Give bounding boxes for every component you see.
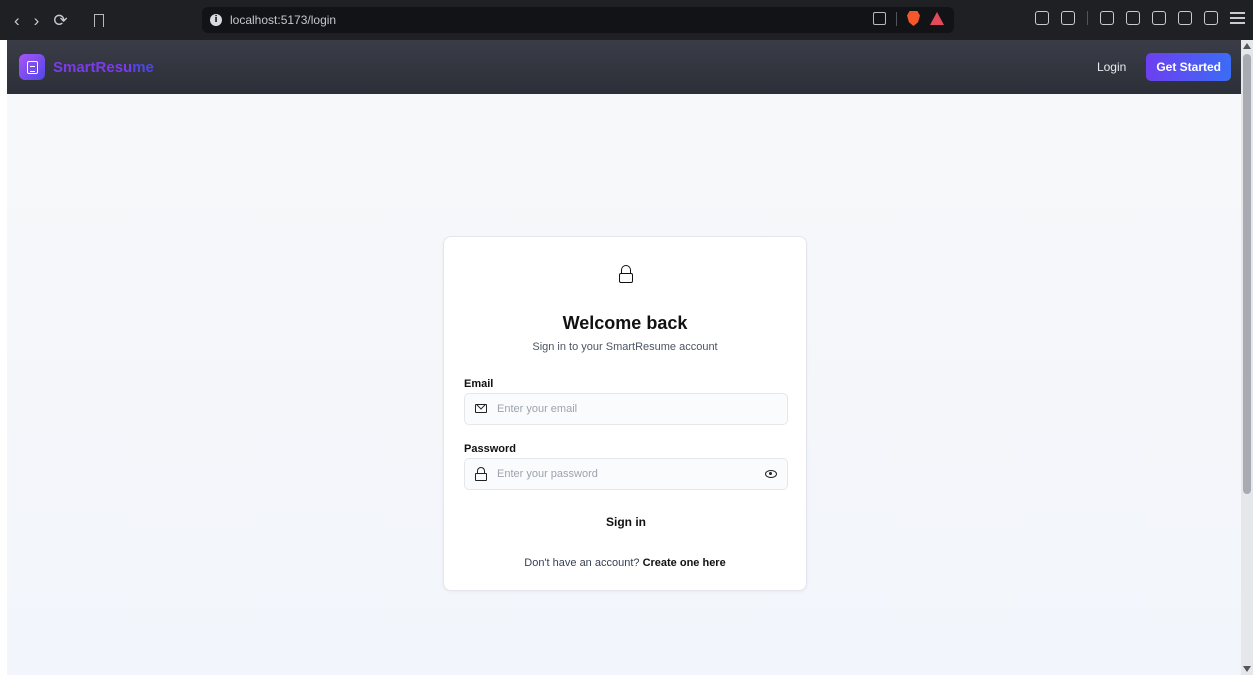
browser-toolbar: ‹ › ⟳ i localhost:5173/login [0, 0, 1253, 40]
scroll-thumb[interactable] [1243, 54, 1251, 494]
email-field-wrapper[interactable] [464, 393, 788, 425]
scrollbar[interactable] [1241, 40, 1253, 675]
create-account-link[interactable]: Create one here [643, 557, 726, 569]
sign-in-button[interactable]: Sign in [464, 507, 788, 537]
site-info-icon[interactable]: i [210, 14, 222, 26]
app-header: SmartResume Login Get Started [7, 40, 1241, 94]
password-label: Password [464, 443, 516, 455]
share-icon[interactable] [873, 12, 886, 25]
download-icon[interactable] [1100, 11, 1114, 25]
extensions-icon[interactable] [1035, 11, 1049, 25]
login-card: Welcome back Sign in to your SmartResume… [443, 236, 807, 591]
mail-icon [475, 404, 487, 413]
brave-shields-icon[interactable] [907, 11, 920, 26]
forward-icon[interactable]: › [34, 12, 40, 29]
browser-nav: ‹ › ⟳ [0, 12, 190, 29]
page-subtitle: Sign in to your SmartResume account [532, 341, 718, 353]
header-actions: Login Get Started [1097, 53, 1231, 81]
url-text[interactable]: localhost:5173/login [230, 13, 336, 27]
divider [896, 11, 897, 26]
eye-icon[interactable] [765, 470, 777, 478]
brand-part2: me [132, 58, 154, 76]
get-started-button[interactable]: Get Started [1146, 53, 1231, 81]
leo-ai-icon[interactable] [1178, 11, 1192, 25]
reload-icon[interactable]: ⟳ [53, 12, 67, 29]
password-input[interactable] [497, 459, 757, 489]
bookmark-icon[interactable] [93, 13, 104, 27]
address-bar[interactable]: i localhost:5173/login [202, 7, 954, 33]
scroll-down-icon[interactable] [1243, 666, 1251, 672]
brand-part1: SmartResu [53, 58, 133, 76]
email-input[interactable] [497, 394, 757, 424]
address-bar-actions [873, 11, 944, 26]
email-label: Email [464, 378, 494, 390]
divider [1087, 11, 1088, 25]
lock-icon [619, 265, 633, 283]
brand-name[interactable]: SmartResume [53, 59, 154, 76]
browser-tools [1035, 11, 1245, 25]
signup-prompt: Don't have an account? Create one here [444, 557, 806, 569]
lock-icon [475, 467, 487, 481]
logo[interactable] [19, 54, 45, 80]
document-icon [26, 60, 38, 74]
wallet-icon[interactable] [1152, 11, 1166, 25]
sidebar-icon[interactable] [1126, 11, 1140, 25]
page-title: Welcome back [562, 313, 688, 333]
back-icon[interactable]: ‹ [14, 12, 20, 29]
brave-rewards-icon[interactable] [930, 12, 944, 25]
login-link[interactable]: Login [1097, 60, 1126, 74]
vpn-icon[interactable] [1204, 11, 1218, 25]
scroll-up-icon[interactable] [1243, 43, 1251, 49]
password-field-wrapper[interactable] [464, 458, 788, 490]
menu-icon[interactable] [1230, 12, 1245, 24]
signup-prompt-text: Don't have an account? [524, 557, 643, 569]
screenshot-icon[interactable] [1061, 11, 1075, 25]
